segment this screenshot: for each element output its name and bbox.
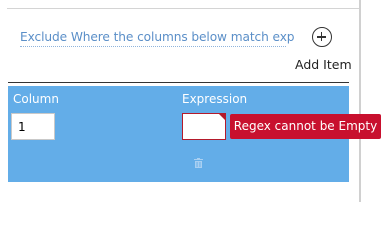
expression-input[interactable] bbox=[182, 113, 226, 140]
plus-circle-icon[interactable] bbox=[312, 27, 332, 47]
validation-error-tooltip: Regex cannot be Empty bbox=[230, 114, 381, 139]
section-divider bbox=[8, 82, 349, 83]
trash-icon[interactable] bbox=[194, 158, 203, 168]
scrollbar-area[interactable] bbox=[361, 0, 384, 202]
exclude-match-link[interactable]: Exclude Where the columns below match ex… bbox=[20, 29, 295, 47]
expression-header: Expression bbox=[182, 92, 248, 106]
add-item-button[interactable]: Add Item bbox=[295, 57, 352, 72]
column-input[interactable] bbox=[11, 113, 55, 140]
column-header: Column bbox=[13, 92, 59, 106]
top-divider bbox=[7, 0, 359, 9]
